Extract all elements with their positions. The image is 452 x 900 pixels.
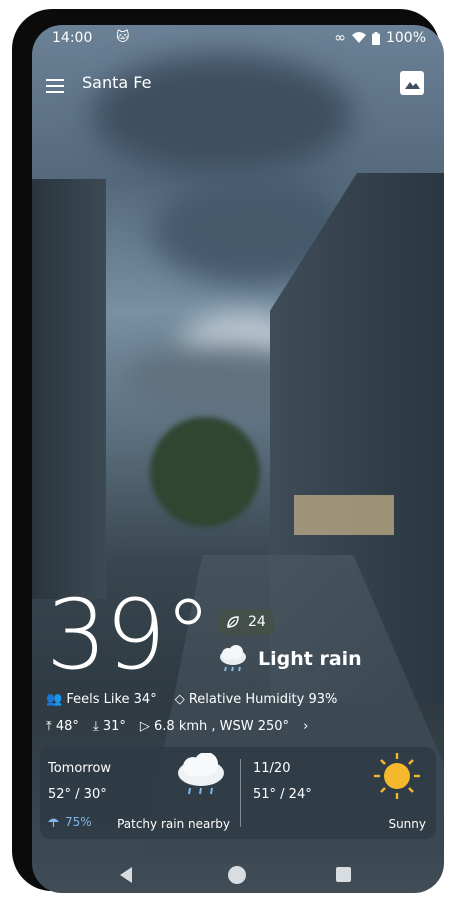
feels-like-text: Feels Like 34° xyxy=(66,692,157,707)
humidity: ◇ Relative Humidity 93% xyxy=(175,692,338,707)
status-bar: 14:00 🐱 ∞ 100% xyxy=(32,25,444,51)
humidity-icon: ◇ xyxy=(174,692,185,707)
recents-icon[interactable] xyxy=(336,867,351,882)
rain-chance-value: 75% xyxy=(65,815,92,829)
high-temp: ⤒ 48° xyxy=(46,719,79,734)
forecast-card[interactable]: Tomorrow 52° / 30° 75% Patchy rain nearb… xyxy=(40,747,436,839)
people-icon: 👥 xyxy=(46,692,63,707)
low-temp-value: 31° xyxy=(102,719,126,734)
wind: ▷ 6.8 kmh , WSW 250° xyxy=(140,719,289,734)
forecast-day-label: Tomorrow xyxy=(48,761,112,776)
low-temp-icon: ⤓ xyxy=(92,719,99,734)
navigation-bar xyxy=(32,855,444,893)
forecast-temps: 52° / 30° xyxy=(48,787,107,802)
wind-direction-icon: ▷ xyxy=(139,719,150,734)
forecast-day-label: 11/20 xyxy=(253,761,291,776)
humidity-text: Relative Humidity 93% xyxy=(188,692,338,707)
air-quality-value: 24 xyxy=(248,614,266,630)
left-building xyxy=(32,179,106,599)
tree xyxy=(150,417,260,527)
forecast-description: Patchy rain nearby xyxy=(117,817,230,831)
condition-label: Light rain xyxy=(258,648,362,670)
battery-level: 100% xyxy=(385,30,426,46)
back-icon[interactable] xyxy=(120,867,132,883)
home-icon[interactable] xyxy=(228,866,246,884)
forecast-rain-chance: 75% xyxy=(48,815,92,829)
low-temp: ⤓ 31° xyxy=(93,719,126,734)
forecast-temps: 51° / 24° xyxy=(253,787,312,802)
feels-like: 👥 Feels Like 34° xyxy=(46,692,157,707)
rain-cloud-icon xyxy=(220,645,246,672)
top-bar: Santa Fe xyxy=(32,69,444,105)
menu-icon[interactable] xyxy=(46,79,64,93)
leaf-icon xyxy=(227,616,239,628)
forecast-description: Sunny xyxy=(388,817,426,831)
chevron-right-icon[interactable]: › xyxy=(303,719,308,734)
forecast-day-2[interactable]: 11/20 51° / 24° Sunny xyxy=(245,747,436,839)
status-icons: ∞ 100% xyxy=(334,30,426,46)
details-row-2[interactable]: ⤒ 48° ⤓ 31° ▷ 6.8 kmh , WSW 250° › xyxy=(46,719,308,734)
cat-icon: 🐱 xyxy=(116,30,130,45)
building-lights xyxy=(294,495,394,535)
details-row-1: 👥 Feels Like 34° ◇ Relative Humidity 93% xyxy=(46,692,337,707)
phone-frame: 14:00 🐱 ∞ 100% Santa Fe 39° 24 Light rai… xyxy=(12,9,444,893)
city-name[interactable]: Santa Fe xyxy=(82,73,151,92)
current-condition: Light rain xyxy=(216,645,362,673)
rain-cloud-icon xyxy=(178,753,224,795)
high-temp-icon: ⤒ xyxy=(46,719,52,734)
image-background-icon[interactable] xyxy=(400,71,424,95)
high-temp-value: 48° xyxy=(55,719,79,734)
umbrella-icon xyxy=(48,818,59,827)
forecast-day-1[interactable]: Tomorrow 52° / 30° 75% Patchy rain nearb… xyxy=(40,747,240,839)
link-icon: ∞ xyxy=(334,30,346,46)
sun-icon xyxy=(374,753,420,799)
battery-icon xyxy=(371,31,380,45)
wind-text: 6.8 kmh , WSW 250° xyxy=(154,719,290,734)
wifi-icon xyxy=(351,32,366,43)
air-quality-badge[interactable]: 24 xyxy=(218,609,274,635)
forecast-divider xyxy=(240,759,241,827)
current-temperature: 39° xyxy=(46,579,212,691)
weather-screen: 14:00 🐱 ∞ 100% Santa Fe 39° 24 Light rai… xyxy=(32,25,444,893)
status-time: 14:00 xyxy=(52,30,93,46)
